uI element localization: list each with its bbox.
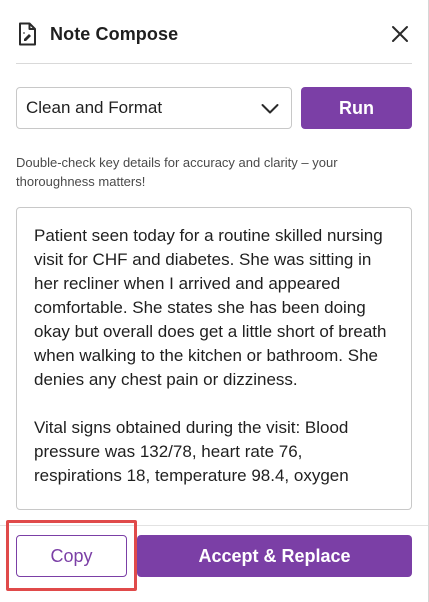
accept-replace-button[interactable]: Accept & Replace bbox=[137, 535, 412, 577]
footer-divider bbox=[0, 525, 428, 526]
document-edit-icon bbox=[16, 21, 38, 47]
note-paragraph: Vital signs obtained during the visit: B… bbox=[34, 418, 349, 485]
run-button[interactable]: Run bbox=[301, 87, 412, 129]
note-textarea[interactable]: Patient seen today for a routine skilled… bbox=[16, 207, 412, 510]
mode-select[interactable]: Clean and Format bbox=[16, 87, 292, 129]
panel-title: Note Compose bbox=[50, 23, 179, 44]
mode-select-value: Clean and Format bbox=[26, 98, 163, 117]
panel-header: Note Compose bbox=[16, 18, 412, 50]
header-divider bbox=[16, 63, 412, 64]
copy-button[interactable]: Copy bbox=[16, 535, 127, 577]
note-content: Patient seen today for a routine skilled… bbox=[34, 224, 394, 509]
chevron-down-icon bbox=[259, 98, 281, 120]
note-paragraph: Patient seen today for a routine skilled… bbox=[34, 226, 387, 389]
accuracy-hint: Double-check key details for accuracy an… bbox=[16, 155, 338, 189]
note-compose-panel: Note Compose Clean and Format Run Double… bbox=[0, 0, 429, 602]
close-icon[interactable] bbox=[388, 22, 412, 46]
